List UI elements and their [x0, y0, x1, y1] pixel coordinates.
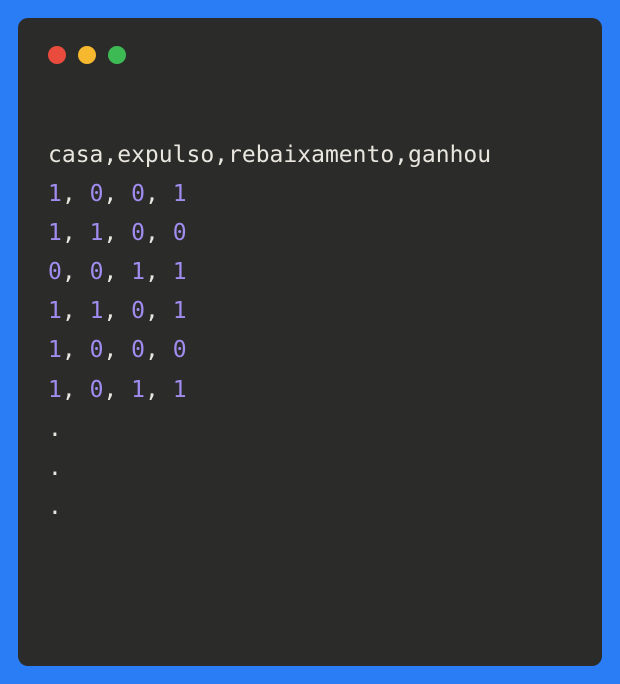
terminal-window: casa,expulso,rebaixamento,ganhou 1, 0, 0… — [18, 18, 602, 666]
maximize-icon[interactable] — [108, 46, 126, 64]
data-row: 1, 0, 0, 1 — [48, 181, 187, 207]
cell-value: 0 — [90, 377, 104, 403]
data-row: 1, 1, 0, 1 — [48, 298, 187, 324]
cell-value: 0 — [131, 181, 145, 207]
data-row: 1, 0, 1, 1 — [48, 377, 187, 403]
data-row: 1, 0, 0, 0 — [48, 337, 187, 363]
cell-value: 1 — [48, 220, 62, 246]
cell-value: 1 — [48, 337, 62, 363]
cell-value: 1 — [48, 298, 62, 324]
cell-value: 0 — [173, 337, 187, 363]
cell-value: 0 — [131, 220, 145, 246]
cell-value: 0 — [131, 337, 145, 363]
ellipsis-dot: . — [48, 494, 62, 520]
cell-value: 0 — [131, 298, 145, 324]
csv-header: casa,expulso,rebaixamento,ganhou — [48, 142, 491, 168]
data-row: 1, 1, 0, 0 — [48, 220, 187, 246]
cell-value: 1 — [48, 181, 62, 207]
cell-value: 1 — [131, 377, 145, 403]
ellipsis-dot: . — [48, 416, 62, 442]
cell-value: 0 — [90, 181, 104, 207]
data-row: 0, 0, 1, 1 — [48, 259, 187, 285]
cell-value: 0 — [48, 259, 62, 285]
cell-value: 0 — [90, 337, 104, 363]
cell-value: 0 — [90, 259, 104, 285]
cell-value: 1 — [173, 181, 187, 207]
cell-value: 0 — [173, 220, 187, 246]
close-icon[interactable] — [48, 46, 66, 64]
cell-value: 1 — [173, 377, 187, 403]
cell-value: 1 — [90, 298, 104, 324]
cell-value: 1 — [90, 220, 104, 246]
cell-value: 1 — [48, 377, 62, 403]
cell-value: 1 — [173, 298, 187, 324]
minimize-icon[interactable] — [78, 46, 96, 64]
window-controls — [48, 46, 572, 64]
ellipsis-dot: . — [48, 455, 62, 481]
code-content: casa,expulso,rebaixamento,ganhou 1, 0, 0… — [48, 136, 572, 527]
cell-value: 1 — [131, 259, 145, 285]
cell-value: 1 — [173, 259, 187, 285]
